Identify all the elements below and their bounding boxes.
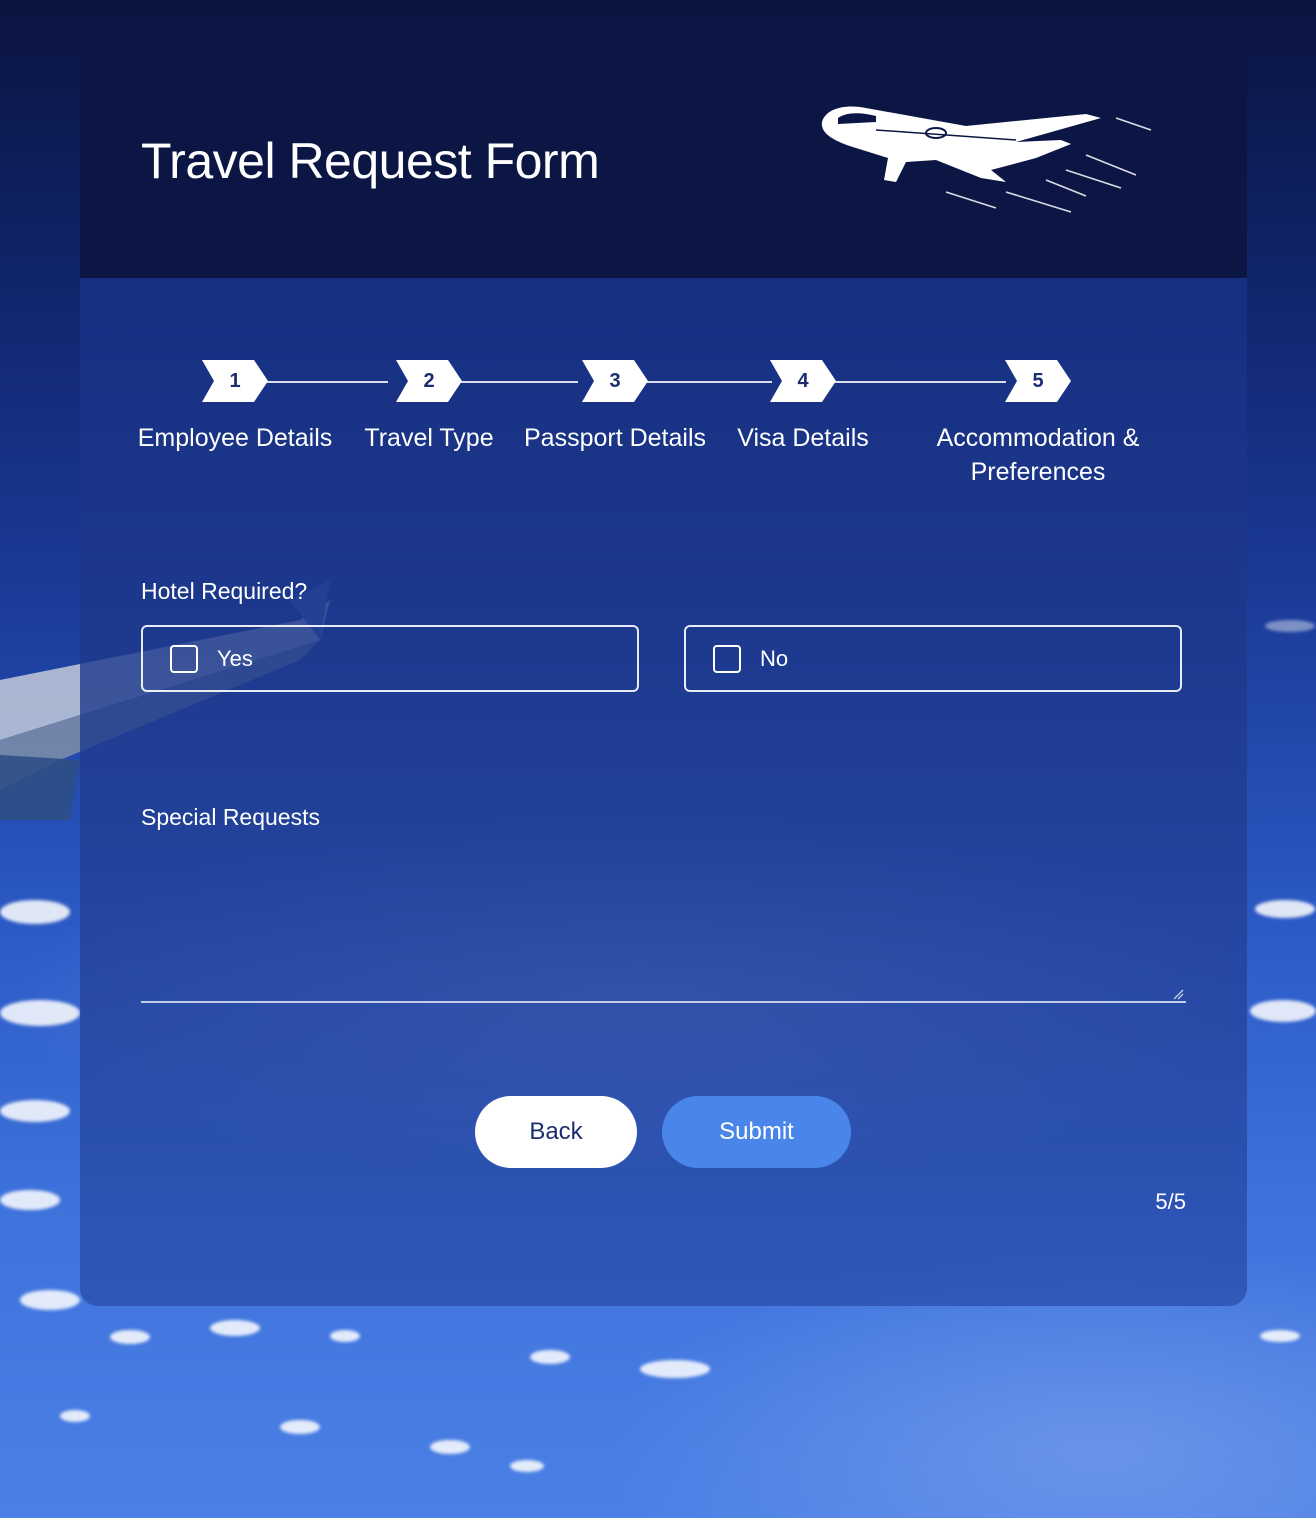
submit-button[interactable]: Submit [662,1096,851,1168]
hotel-no-option[interactable]: No [684,625,1182,692]
hotel-required-label: Hotel Required? [141,578,308,604]
hotel-yes-label: Yes [217,646,253,671]
step-badge: 5 [1005,360,1071,402]
hotel-yes-checkbox[interactable] [170,645,198,673]
form-header: Travel Request Form [80,44,1247,278]
form-card: Travel Request Form 1 Employee Details 2… [80,44,1247,1306]
special-requests-label: Special Requests [141,804,320,830]
step-number: 3 [609,370,621,392]
step-number: 5 [1032,370,1044,392]
hotel-no-label: No [760,646,789,671]
hotel-yes-option[interactable]: Yes [141,625,639,692]
airplane-icon [821,106,1152,213]
resize-handle-icon[interactable] [1172,988,1184,1000]
step-accommodation-preferences[interactable]: 5 Accommodation & Preferences [923,360,1153,489]
progress-stepper: 1 Employee Details 2 Travel Type 3 Passp… [80,360,1247,500]
step-visa-details[interactable]: 4 Visa Details [688,360,918,455]
step-badge: 2 [396,360,462,402]
special-requests-input[interactable] [141,858,1186,1003]
hotel-no-checkbox[interactable] [713,645,741,673]
step-label: Visa Details [737,424,869,452]
step-number: 4 [797,370,809,392]
step-badge: 4 [770,360,836,402]
step-number: 1 [229,370,241,392]
back-button[interactable]: Back [475,1096,637,1168]
step-label: Accommodation & Preferences [936,424,1140,486]
step-badge: 1 [202,360,268,402]
step-badge: 3 [582,360,648,402]
page-counter: 5/5 [1155,1189,1186,1214]
step-number: 2 [423,370,435,392]
page-title: Travel Request Form [141,133,600,189]
